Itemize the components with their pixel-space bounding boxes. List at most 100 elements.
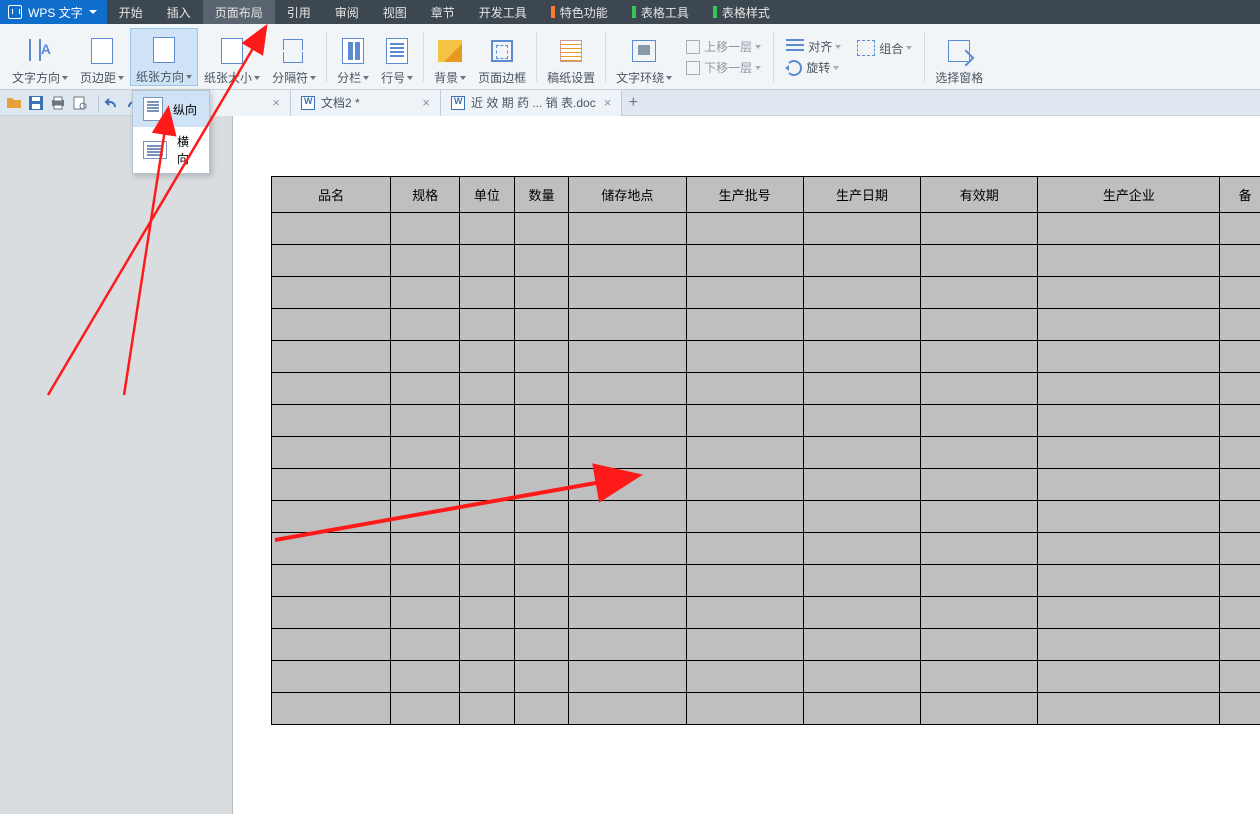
table-cell[interactable] [686, 501, 803, 533]
table-cell[interactable] [1038, 277, 1220, 309]
table-cell[interactable] [921, 661, 1038, 693]
menu-special[interactable]: 特色功能 [539, 0, 620, 24]
table-cell[interactable] [1038, 245, 1220, 277]
table-cell[interactable] [1220, 437, 1260, 469]
table-cell[interactable] [686, 693, 803, 725]
table-cell[interactable] [514, 597, 569, 629]
table-cell[interactable] [803, 661, 920, 693]
table-row[interactable] [272, 469, 1260, 501]
table-cell[interactable] [1220, 533, 1260, 565]
table-cell[interactable] [1220, 309, 1260, 341]
save-icon[interactable] [28, 95, 44, 111]
table-cell[interactable] [1038, 661, 1220, 693]
table-cell[interactable] [921, 693, 1038, 725]
table-cell[interactable] [272, 245, 391, 277]
table-cell[interactable] [803, 469, 920, 501]
table-cell[interactable] [569, 565, 686, 597]
table-cell[interactable] [921, 533, 1038, 565]
table-cell[interactable] [921, 469, 1038, 501]
table-cell[interactable] [921, 341, 1038, 373]
open-icon[interactable] [6, 95, 22, 111]
orientation-portrait[interactable]: 纵向 [133, 91, 209, 127]
table-cell[interactable] [391, 501, 460, 533]
table-cell[interactable] [686, 661, 803, 693]
menu-view[interactable]: 视图 [371, 0, 419, 24]
table-cell[interactable] [1038, 309, 1220, 341]
table-cell[interactable] [1038, 469, 1220, 501]
table-row[interactable] [272, 213, 1260, 245]
table-cell[interactable] [391, 597, 460, 629]
table-cell[interactable] [272, 501, 391, 533]
table-cell[interactable] [803, 245, 920, 277]
table-cell[interactable] [514, 533, 569, 565]
table-cell[interactable] [569, 661, 686, 693]
btn-page-border[interactable]: 页面边框 [472, 28, 532, 86]
app-badge[interactable]: WPS 文字 [0, 0, 107, 24]
table-cell[interactable] [1220, 341, 1260, 373]
table-cell[interactable] [460, 405, 515, 437]
table-cell[interactable] [686, 469, 803, 501]
table-cell[interactable] [1038, 693, 1220, 725]
table-cell[interactable] [272, 565, 391, 597]
doc-tab-2[interactable]: 文档2 * × [291, 90, 441, 116]
table-cell[interactable] [803, 405, 920, 437]
menu-review[interactable]: 审阅 [323, 0, 371, 24]
table-cell[interactable] [921, 597, 1038, 629]
table-cell[interactable] [391, 373, 460, 405]
table-cell[interactable] [391, 277, 460, 309]
table-cell[interactable] [1038, 405, 1220, 437]
table-row[interactable] [272, 565, 1260, 597]
table-cell[interactable] [1038, 373, 1220, 405]
table-cell[interactable] [514, 341, 569, 373]
table-cell[interactable] [1038, 213, 1220, 245]
table-cell[interactable] [460, 213, 515, 245]
table-cell[interactable] [272, 661, 391, 693]
table-cell[interactable] [514, 405, 569, 437]
table-cell[interactable] [391, 629, 460, 661]
menu-devtools[interactable]: 开发工具 [467, 0, 539, 24]
table-cell[interactable] [921, 437, 1038, 469]
table-cell[interactable] [569, 309, 686, 341]
table-cell[interactable] [1220, 629, 1260, 661]
btn-selection-pane[interactable]: 选择窗格 [929, 28, 989, 86]
table-cell[interactable] [1038, 341, 1220, 373]
btn-orientation[interactable]: 纸张方向 [130, 28, 198, 86]
table-cell[interactable] [686, 213, 803, 245]
add-doc-button[interactable]: + [622, 90, 644, 116]
table-cell[interactable] [921, 405, 1038, 437]
table-row[interactable] [272, 277, 1260, 309]
table-cell[interactable] [803, 629, 920, 661]
table-cell[interactable] [391, 213, 460, 245]
table-cell[interactable] [1220, 277, 1260, 309]
table-cell[interactable] [272, 373, 391, 405]
menu-page-layout[interactable]: 页面布局 [203, 0, 275, 24]
table-cell[interactable] [391, 309, 460, 341]
btn-rotate[interactable]: 旋转 [782, 57, 845, 78]
table-cell[interactable] [514, 629, 569, 661]
table-cell[interactable] [1038, 565, 1220, 597]
table-cell[interactable] [1220, 469, 1260, 501]
table-cell[interactable] [569, 469, 686, 501]
table-cell[interactable] [514, 565, 569, 597]
btn-text-wrap[interactable]: 文字环绕 [610, 28, 678, 86]
table-row[interactable] [272, 405, 1260, 437]
table-cell[interactable] [1220, 405, 1260, 437]
btn-bring-forward[interactable]: 上移一层 [682, 36, 765, 57]
menu-table-style[interactable]: 表格样式 [701, 0, 782, 24]
table-cell[interactable] [569, 405, 686, 437]
table-cell[interactable] [803, 373, 920, 405]
table-cell[interactable] [460, 437, 515, 469]
table-cell[interactable] [514, 693, 569, 725]
table-cell[interactable] [272, 437, 391, 469]
close-icon[interactable]: × [604, 95, 612, 110]
close-icon[interactable]: × [422, 95, 430, 110]
table-cell[interactable] [803, 693, 920, 725]
table-cell[interactable] [686, 245, 803, 277]
table-cell[interactable] [460, 245, 515, 277]
table-cell[interactable] [686, 405, 803, 437]
table-cell[interactable] [460, 661, 515, 693]
table-cell[interactable] [514, 437, 569, 469]
table-cell[interactable] [803, 501, 920, 533]
table-cell[interactable] [569, 213, 686, 245]
table-cell[interactable] [803, 277, 920, 309]
